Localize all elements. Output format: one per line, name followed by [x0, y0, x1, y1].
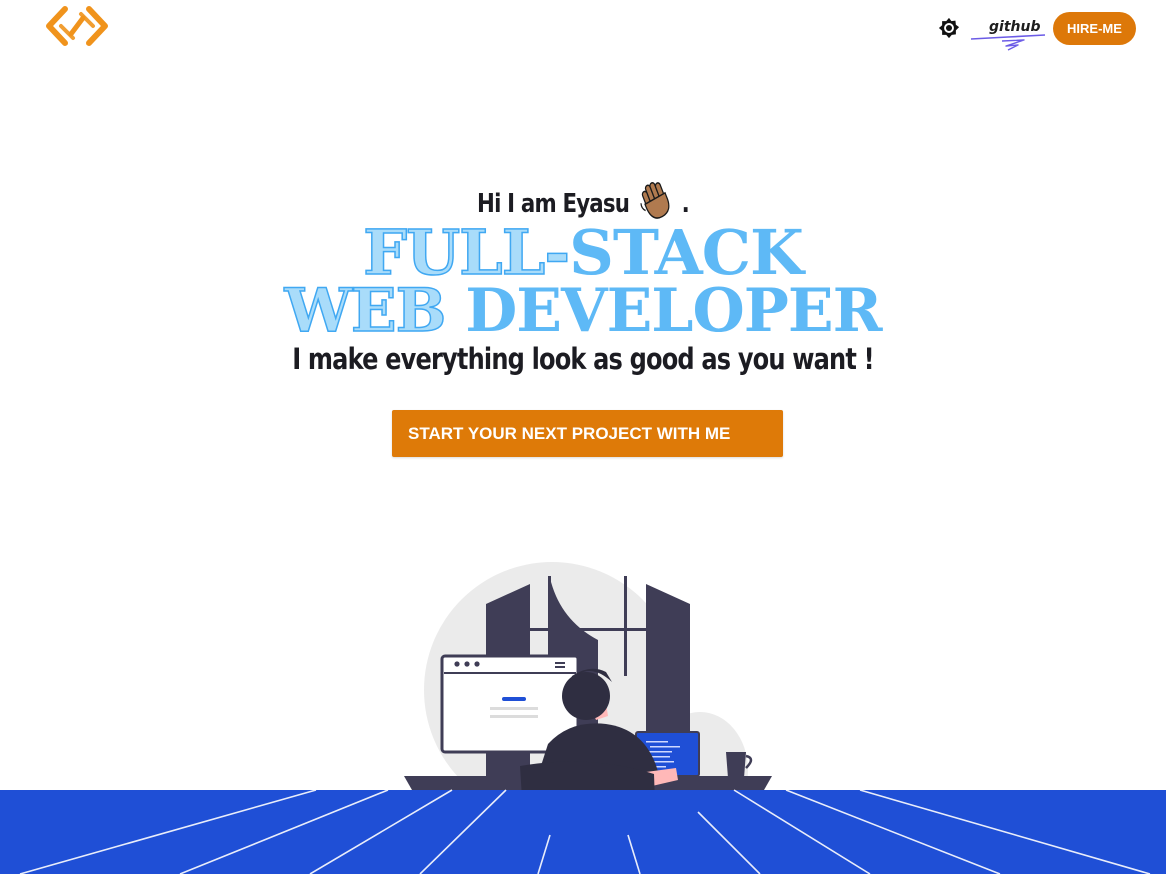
brightness-icon[interactable]	[938, 17, 960, 39]
scribble-underline-icon	[970, 34, 1046, 51]
github-link[interactable]: github	[968, 16, 1048, 56]
person-head	[562, 672, 610, 720]
title-developer: DEVELOPER	[465, 276, 882, 346]
coffee-mug	[726, 752, 746, 778]
title-line-2: WEB DEVELOPER	[0, 275, 1166, 347]
tagline: I make everything look as good as you wa…	[292, 342, 874, 376]
title-web: WEB	[284, 275, 466, 347]
developer-illustration	[0, 562, 1166, 874]
start-project-button[interactable]: START YOUR NEXT PROJECT WITH ME	[392, 410, 783, 457]
hire-me-button[interactable]: HIRE-ME	[1053, 12, 1136, 45]
floor	[0, 790, 1166, 874]
code-brackets-logo[interactable]	[43, 4, 111, 48]
